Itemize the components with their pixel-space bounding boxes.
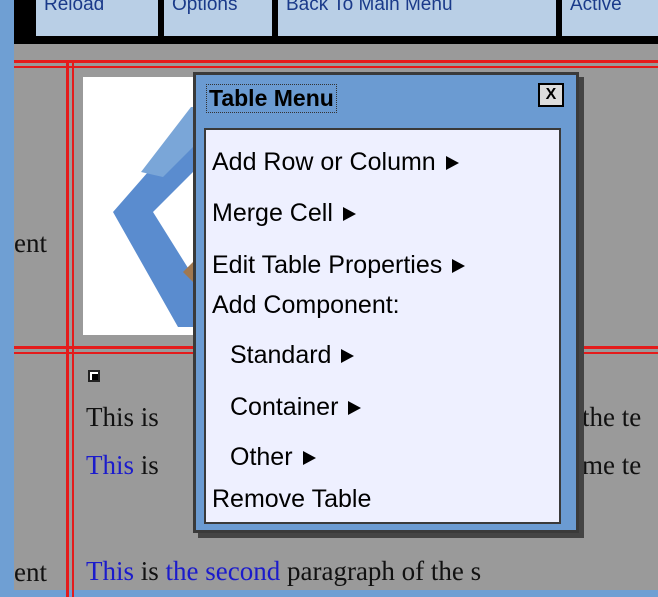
menu-item-label: Edit Table Properties [212,251,443,279]
back-to-main-menu-button[interactable]: Back To Main Menu [278,0,556,36]
menu-item-container[interactable]: Container [230,393,362,422]
table-border-top-inner [14,66,658,68]
paragraph-text: This is [86,450,159,481]
logo-image [83,77,203,335]
menu-item-label: Merge Cell [212,199,333,227]
options-button[interactable]: Options [164,0,272,36]
close-button[interactable]: X [538,83,564,107]
left-cell-text: ent [14,228,47,258]
menu-body: Add Row or Column Merge Cell Edit Table … [204,128,561,524]
submenu-arrow-icon [302,451,316,466]
table-menu-popup: Table Menu X Add Row or Column Merge Cel… [193,72,579,533]
paragraph-text-span: is [134,556,166,586]
toolbar: Reload Options Back To Main Menu Active [14,0,658,44]
menu-item-add-row-or-column[interactable]: Add Row or Column [212,148,459,177]
active-button[interactable]: Active [562,0,658,36]
menu-item-merge-cell[interactable]: Merge Cell [212,199,356,228]
menu-item-edit-table-properties[interactable]: Edit Table Properties [212,251,466,280]
menu-item-label: Standard [230,341,332,369]
window-frame-left [0,0,14,597]
table-col-divider-inner [72,60,74,597]
paragraph-link[interactable]: This [86,556,134,586]
cell-select-handle[interactable] [88,370,100,382]
menu-item-label: Other [230,443,293,471]
menu-item-other[interactable]: Other [230,443,316,472]
window-frame-bottom [0,590,658,597]
paragraph-text: me te [582,450,642,480]
menu-item-remove-table[interactable]: Remove Table [212,485,371,514]
logo-graphic [113,107,203,327]
paragraph-text: the te [582,402,642,432]
menu-title[interactable]: Table Menu [206,84,337,113]
paragraph-text-span: paragraph of the s [280,556,482,586]
left-cell-text: ent [14,557,47,587]
menu-item-label: Container [230,393,339,421]
submenu-arrow-icon [348,401,362,416]
paragraph-text: This is the second paragraph of the s [86,556,481,587]
reload-button[interactable]: Reload [36,0,158,36]
submenu-arrow-icon [342,207,356,222]
submenu-arrow-icon [445,156,459,171]
paragraph-link[interactable]: the second [166,556,281,586]
menu-item-standard[interactable]: Standard [230,341,355,370]
table-border-top [14,60,658,63]
paragraph-text-span: is [134,450,159,480]
submenu-arrow-icon [341,349,355,364]
submenu-arrow-icon [452,259,466,274]
table-col-divider [66,60,69,597]
paragraph-link[interactable]: This [86,450,134,480]
paragraph-text: This is [86,402,159,432]
menu-section-add-component: Add Component: [212,291,400,319]
menu-item-label: Add Row or Column [212,148,436,176]
